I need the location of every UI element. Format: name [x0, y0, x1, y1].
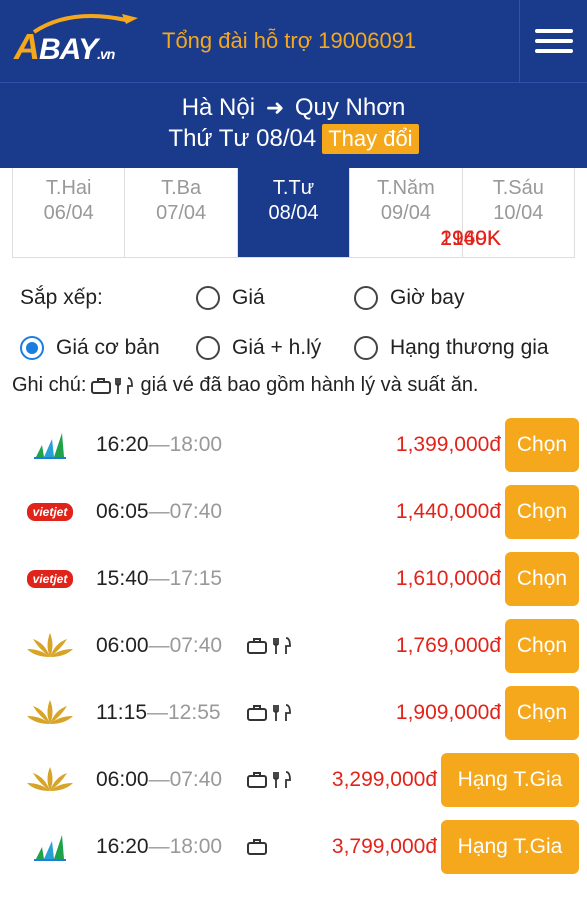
- flight-times: 11:15—12:55: [96, 700, 221, 724]
- flight-price: 1,610,000đ: [395, 566, 501, 590]
- bamboo-airways-logo-icon: [34, 432, 66, 459]
- airline-logo: vietjet: [24, 492, 76, 532]
- departure-time: 16:20: [96, 834, 149, 858]
- flight-price: 1,769,000đ: [395, 633, 501, 657]
- flight-price: 1,909,000đ: [395, 700, 501, 724]
- flight-price: 1,440,000đ: [395, 499, 501, 523]
- vietjet-logo-icon: vietjet: [26, 569, 74, 588]
- bamboo-airways-logo-icon: [34, 834, 66, 861]
- select-flight-button[interactable]: Hạng T.Gia: [441, 752, 579, 807]
- select-flight-button[interactable]: Chọn: [505, 551, 579, 606]
- airline-logo: [24, 425, 76, 465]
- departure-time: 06:00: [96, 767, 149, 791]
- top-bar: ABAY.vn Tổng đài hỗ trợ 19006091: [0, 0, 587, 82]
- amenity-icons: [246, 770, 294, 790]
- select-flight-button[interactable]: Hạng T.Gia: [441, 819, 579, 874]
- departure-time: 15:40: [96, 566, 149, 590]
- select-flight-button[interactable]: Chọn: [505, 618, 579, 673]
- flight-row: vietjet 06:05—07:40 1,440,000đ Chọn: [0, 478, 587, 545]
- arrival-time: 12:55: [168, 700, 221, 724]
- fare-base-radio[interactable]: Giá cơ bản: [20, 336, 160, 360]
- vietnam-airlines-lotus-icon: [27, 766, 73, 791]
- arrow-right-icon: ➜: [265, 95, 285, 120]
- day-tab[interactable]: T.Ba 07/04 1399K: [125, 168, 501, 257]
- date-selector: T.Hai 06/04 1990K T.Ba 07/04 1399K T.Tư …: [12, 168, 575, 258]
- flight-list: 16:20—18:00 1,399,000đ Chọn vietjet 06:05—07…: [0, 411, 587, 880]
- radio-icon[interactable]: [354, 336, 378, 360]
- luggage-icon: [247, 771, 267, 788]
- amenity-icons: [246, 703, 294, 723]
- vietnam-airlines-lotus-icon: [27, 699, 73, 724]
- meal-icon: [273, 703, 291, 721]
- day-tab[interactable]: T.Hai 06/04 1990K: [13, 168, 501, 257]
- radio-icon[interactable]: [354, 286, 378, 310]
- arrival-time: 18:00: [169, 834, 223, 858]
- destination-city: Quy Nhơn: [294, 94, 406, 121]
- flight-price: 3,799,000đ: [331, 834, 437, 858]
- luggage-icon: [247, 838, 267, 855]
- sort-price-radio[interactable]: Giá: [196, 286, 265, 310]
- flight-row: 06:00—07:40 1,769,000đ Chọn: [0, 612, 587, 679]
- flight-row: vietjet 15:40—17:15 1,610,000đ Chọn: [0, 545, 587, 612]
- sort-label: Sắp xếp:: [20, 286, 103, 309]
- day-tab[interactable]: T.Sáu 10/04 2160K: [440, 168, 574, 257]
- route-summary: Hà Nội ➜ Quy Nhơn Thứ Tư 08/04 Thay đổi: [0, 82, 587, 168]
- radio-icon[interactable]: [196, 336, 220, 360]
- meal-icon: [273, 770, 291, 788]
- flight-date: Thứ Tư 08/04: [168, 125, 317, 152]
- flight-row: 11:15—12:55 1,909,000đ Chọn: [0, 679, 587, 746]
- airline-logo: [24, 827, 76, 867]
- flight-price: 1,399,000đ: [395, 432, 501, 456]
- sort-options: Sắp xếp: Giá Giờ bay Giá cơ bản Giá + h.…: [0, 276, 587, 370]
- meal-icon: [115, 376, 134, 394]
- departure-time: 11:15: [96, 700, 147, 724]
- select-flight-button[interactable]: Chọn: [505, 484, 579, 539]
- arrival-time: 07:40: [169, 767, 223, 791]
- flight-times: 06:00—07:40: [96, 767, 223, 791]
- arrival-time: 07:40: [169, 499, 223, 523]
- radio-checked-icon[interactable]: [20, 336, 44, 360]
- select-flight-button[interactable]: Chọn: [505, 685, 579, 740]
- flight-row: 16:20—18:00 3,799,000đ Hạng T.Gia: [0, 813, 587, 880]
- change-search-button[interactable]: Thay đổi: [322, 124, 419, 154]
- hamburger-menu-icon[interactable]: [519, 0, 587, 82]
- hotline-text[interactable]: Tổng đài hỗ trợ 19006091: [162, 28, 519, 54]
- airline-logo: [24, 760, 76, 800]
- day-tab-active[interactable]: T.Tư 08/04 1399K: [237, 168, 501, 257]
- departure-time: 06:05: [96, 499, 149, 523]
- flight-times: 06:00—07:40: [96, 633, 223, 657]
- amenity-icons: [246, 838, 268, 856]
- flight-row: 16:20—18:00 1,399,000đ Chọn: [0, 411, 587, 478]
- abay-logo[interactable]: ABAY.vn: [0, 0, 148, 82]
- fare-luggage-radio[interactable]: Giá + h.lý: [196, 336, 321, 360]
- flight-price: 3,299,000đ: [331, 767, 437, 791]
- flight-times: 16:20—18:00: [96, 432, 223, 456]
- flight-times: 06:05—07:40: [96, 499, 223, 523]
- arrival-time: 07:40: [169, 633, 223, 657]
- vietnam-airlines-lotus-icon: [27, 632, 73, 657]
- vietjet-logo-icon: vietjet: [26, 502, 74, 521]
- meal-icon: [273, 636, 291, 654]
- fare-business-radio[interactable]: Hạng thương gia: [354, 336, 549, 360]
- radio-icon[interactable]: [196, 286, 220, 310]
- arrival-time: 17:15: [169, 566, 223, 590]
- sort-time-radio[interactable]: Giờ bay: [354, 286, 464, 310]
- flight-times: 15:40—17:15: [96, 566, 223, 590]
- airline-logo: [24, 693, 76, 733]
- flight-times: 16:20—18:00: [96, 834, 223, 858]
- flight-row: 06:00—07:40 3,299,000đ Hạng T.Gia: [0, 746, 587, 813]
- select-flight-button[interactable]: Chọn: [505, 417, 579, 472]
- origin-city: Hà Nội: [181, 94, 256, 121]
- departure-time: 06:00: [96, 633, 149, 657]
- luggage-icon: [91, 377, 112, 394]
- airline-logo: vietjet: [24, 559, 76, 599]
- amenity-icons: [246, 636, 294, 656]
- departure-time: 16:20: [96, 432, 149, 456]
- luggage-icon: [247, 704, 267, 721]
- luggage-icon: [247, 637, 267, 654]
- fare-note: Ghi chú: giá vé đã bao gồm hành lý và su…: [12, 374, 479, 396]
- airline-logo: [24, 626, 76, 666]
- arrival-time: 18:00: [169, 432, 223, 456]
